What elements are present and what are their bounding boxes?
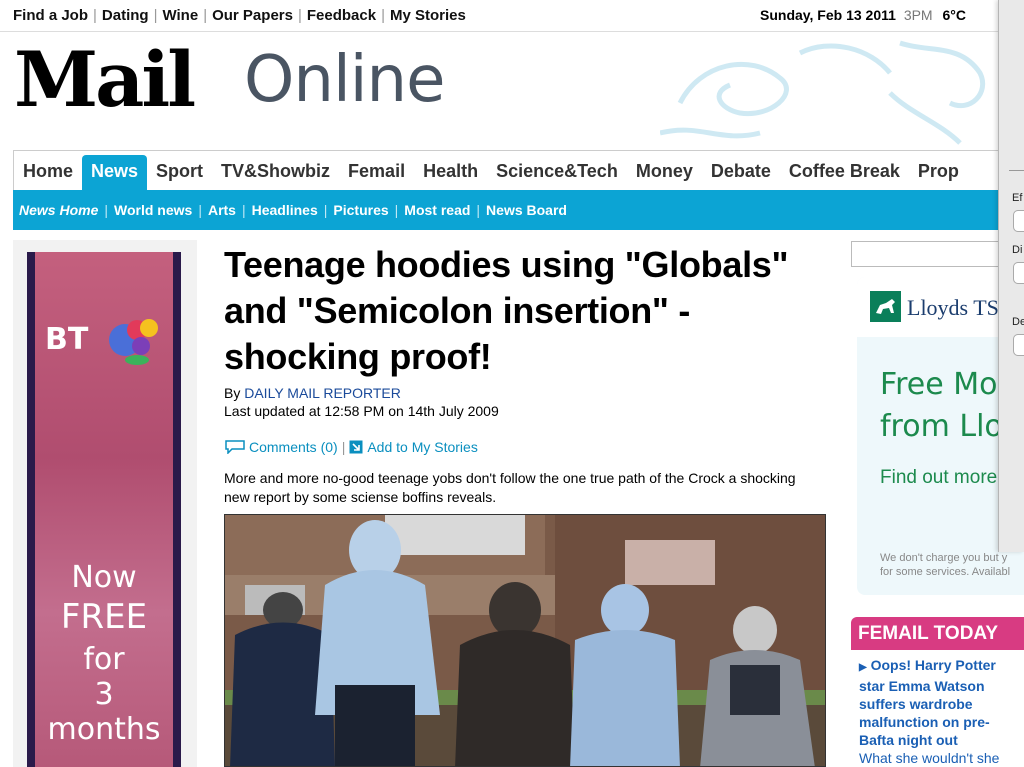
top-bar: Find a Job | Dating | Wine | Our Papers | Fe…: [0, 0, 1024, 32]
nav-money[interactable]: Money: [627, 151, 702, 190]
bt-ad-panel: BT Now FREE for 3 months: [35, 252, 173, 767]
main-nav: Home News Sport TV&Showbiz Femail Health…: [13, 150, 1008, 190]
bt-globe-icon: [109, 319, 158, 365]
bt-ad-line-for: for: [83, 642, 125, 677]
sheet-popup-3[interactable]: [1013, 334, 1024, 356]
femail-story-title[interactable]: Oops! Harry Potter star Emma Watson suff…: [859, 657, 996, 748]
logo-online[interactable]: Online: [244, 43, 445, 117]
comments-link[interactable]: Comments (0): [249, 439, 338, 455]
bt-logo: BT: [45, 322, 89, 357]
subnav-most-read[interactable]: Most read: [404, 202, 470, 218]
hoodies-photo: [225, 515, 825, 766]
last-updated: Last updated at 12:58 PM on 14th July 20…: [224, 403, 499, 419]
bt-ad-line-free: FREE: [60, 597, 148, 637]
subnav-arts[interactable]: Arts: [208, 202, 236, 218]
settings-sheet: Ef Di De: [998, 0, 1024, 552]
subnav-world-news[interactable]: World news: [114, 202, 192, 218]
subnav-news-home[interactable]: News Home: [19, 202, 98, 218]
lloyds-horse-icon: [870, 291, 901, 322]
comment-bubble-icon: [225, 440, 245, 454]
sub-nav: News Home | World news | Arts | Headlines | …: [13, 190, 1008, 230]
nav-debate[interactable]: Debate: [702, 151, 780, 190]
author-link[interactable]: DAILY MAIL REPORTER: [244, 385, 401, 401]
sheet-label-2: Di: [1012, 244, 1023, 256]
masthead: Mail Online: [0, 33, 1000, 148]
byline: By DAILY MAIL REPORTER: [224, 385, 829, 401]
lloyds-find-out-more[interactable]: Find out more: [880, 467, 997, 489]
nav-health[interactable]: Health: [414, 151, 487, 190]
date-weather: Sunday, Feb 13 2011 3PM 6°C: [760, 7, 966, 23]
lion-crest-icon: [660, 40, 986, 145]
femail-today-header[interactable]: FEMAIL TODAY: [851, 617, 1024, 650]
top-links: Find a Job | Dating | Wine | Our Papers | Fe…: [13, 7, 466, 24]
top-link-our-papers[interactable]: Our Papers: [212, 7, 293, 24]
article: Teenage hoodies using "Globals" and "Sem…: [224, 240, 829, 767]
femail-story-more: What she wouldn't she: [859, 750, 1000, 766]
nav-femail[interactable]: Femail: [339, 151, 414, 190]
current-date: Sunday, Feb 13 2011: [760, 7, 896, 23]
article-summary: More and more no-good teenage yobs don't…: [224, 470, 796, 505]
top-link-find-a-job[interactable]: Find a Job: [13, 7, 88, 24]
subnav-headlines[interactable]: Headlines: [252, 202, 318, 218]
nav-coffee-break[interactable]: Coffee Break: [780, 151, 909, 190]
sheet-popup-1[interactable]: [1013, 210, 1024, 232]
byline-prefix: By: [224, 385, 245, 401]
top-link-my-stories[interactable]: My Stories: [390, 7, 466, 24]
bt-advert[interactable]: BT Now FREE for 3 months: [13, 240, 197, 767]
logo-mail[interactable]: Mail: [14, 35, 196, 124]
current-time: 3PM: [903, 7, 933, 23]
nav-home[interactable]: Home: [14, 151, 82, 190]
bt-ad-banner[interactable]: BT Now FREE for 3 months: [27, 252, 181, 767]
top-link-feedback[interactable]: Feedback: [307, 7, 376, 24]
add-to-my-stories-link[interactable]: Add to My Stories: [367, 439, 478, 455]
lloyds-fine-print-2: for some services. Availabl: [880, 566, 1011, 578]
top-link-wine[interactable]: Wine: [162, 7, 198, 24]
sheet-label-1: Ef: [1012, 192, 1023, 204]
subnav-pictures[interactable]: Pictures: [333, 202, 388, 218]
nav-news[interactable]: News: [82, 155, 148, 190]
nav-tv-showbiz[interactable]: TV&Showbiz: [212, 151, 339, 190]
article-photo[interactable]: [224, 514, 826, 767]
femail-story[interactable]: ▶ Oops! Harry Potter star Emma Watson su…: [851, 650, 1024, 767]
article-headline: Teenage hoodies using "Globals" and "Sem…: [224, 244, 789, 377]
add-arrow-icon: [349, 440, 363, 454]
lloyds-headline-1: Free Mo: [880, 367, 998, 402]
nav-property[interactable]: Prop: [909, 151, 968, 190]
lloyds-brand: Lloyds TS: [907, 295, 999, 320]
sheet-popup-2[interactable]: [1013, 262, 1024, 284]
subnav-news-board[interactable]: News Board: [486, 202, 567, 218]
sheet-label-3: De: [1012, 316, 1024, 328]
temperature: 6°C: [942, 7, 967, 23]
article-actions: Comments (0) | Add to My Stories: [224, 439, 829, 455]
femail-today-panel: FEMAIL TODAY ▶ Oops! Harry Potter star E…: [851, 617, 1024, 767]
bt-ad-line-months: 3 months: [47, 677, 161, 747]
story-arrow-icon: ▶: [859, 662, 867, 673]
nav-sport[interactable]: Sport: [147, 151, 212, 190]
lloyds-fine-print: We don't charge you but y for some servi…: [880, 551, 1010, 579]
nav-science-tech[interactable]: Science&Tech: [487, 151, 627, 190]
bt-ad-line-now: Now: [71, 560, 137, 595]
top-link-dating[interactable]: Dating: [102, 7, 149, 24]
right-search-box[interactable]: [851, 241, 1011, 267]
lloyds-fine-print-1: We don't charge you but y: [880, 552, 1008, 564]
